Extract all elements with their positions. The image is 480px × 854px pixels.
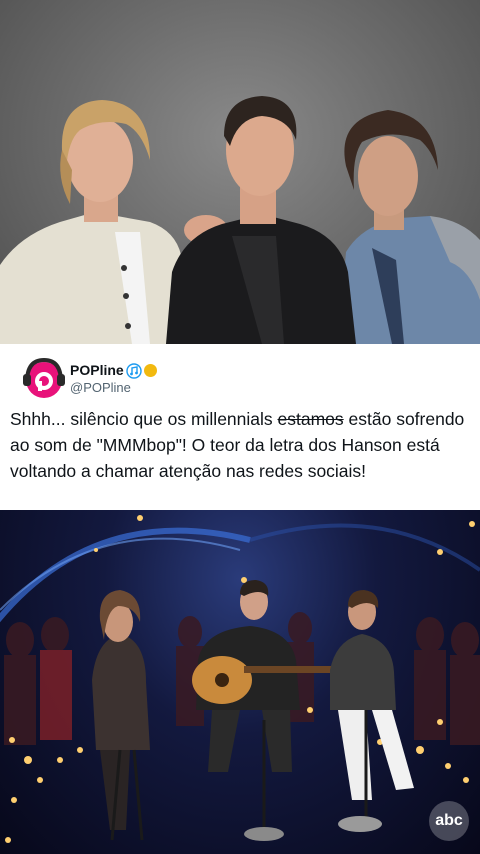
popline-p-logo <box>35 372 53 391</box>
tweet-text: Shhh... silêncio que os millennials esta… <box>10 406 470 484</box>
post-screenshot: POPline @POPline Shhh... silêncio que os… <box>0 0 480 854</box>
account-handle[interactable]: @POPline <box>70 380 131 395</box>
band-performance-photo <box>0 510 480 854</box>
music-note-badge-icon <box>126 363 142 379</box>
abc-logo-icon: abc <box>429 801 469 841</box>
band-promo-photo <box>0 0 480 344</box>
tweet-text-struck-word: estamos <box>277 409 344 429</box>
display-name[interactable]: POPline <box>70 362 124 378</box>
verified-badge-icon <box>144 364 157 377</box>
tweet-text-part-1: Shhh... silêncio que os millennials <box>10 409 278 429</box>
